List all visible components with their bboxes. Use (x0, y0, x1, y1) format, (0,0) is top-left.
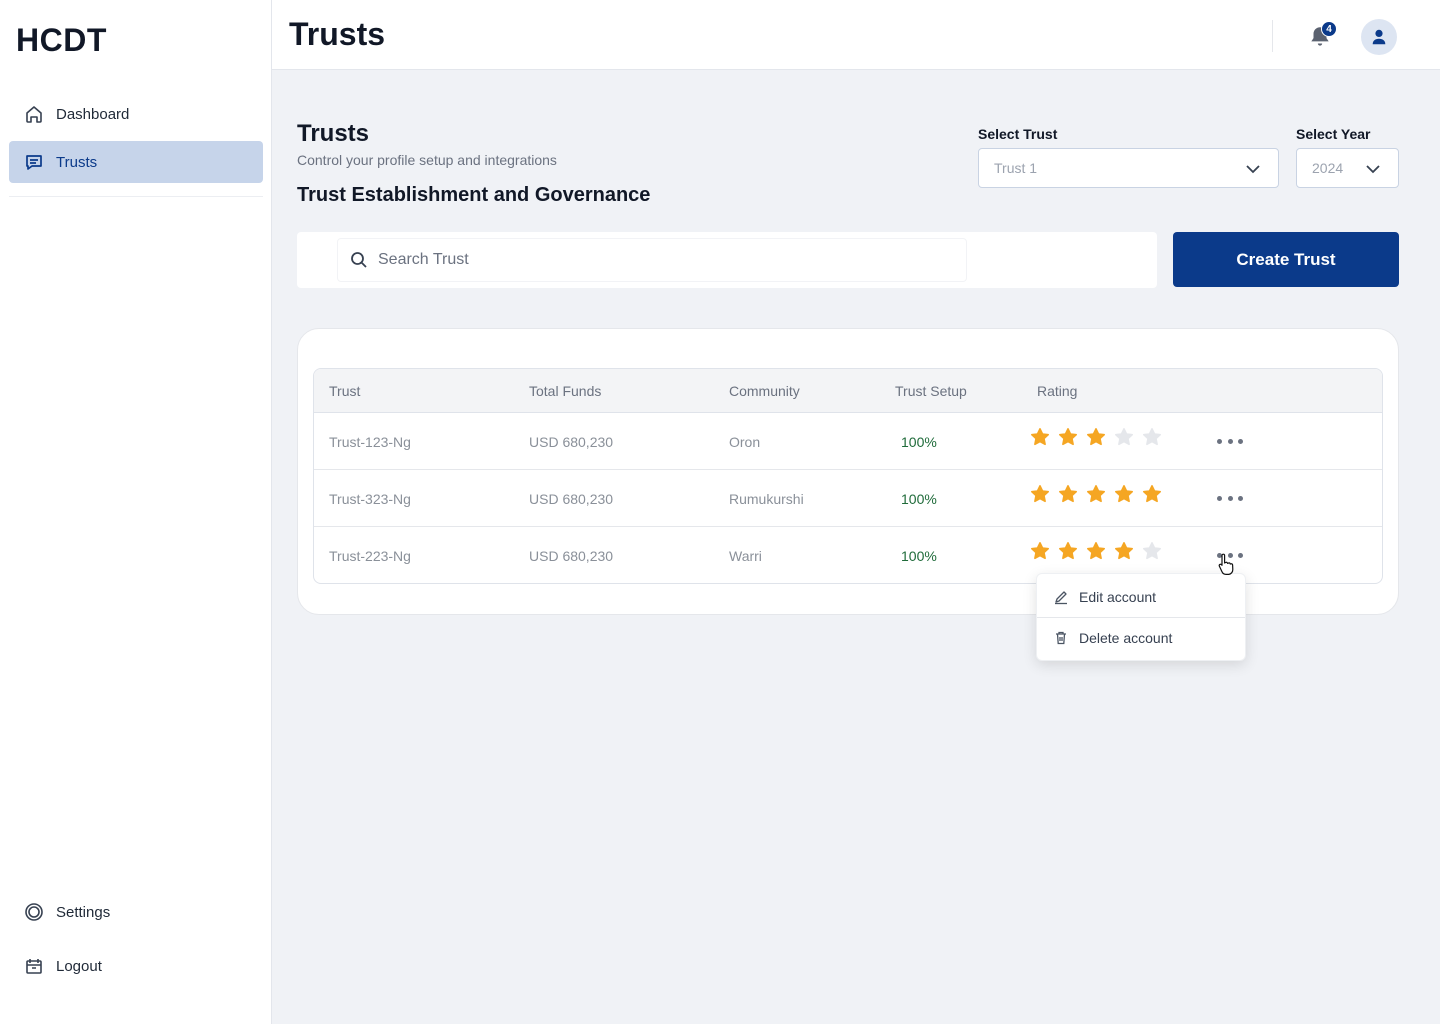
cell-total-funds: USD 680,230 (529, 434, 614, 450)
table-row[interactable]: Trust-323-Ng USD 680,230 Rumukurshi 100% (314, 470, 1382, 527)
star-empty-icon (1114, 427, 1134, 447)
star-filled-icon (1114, 484, 1134, 504)
table-header: Trust Total Funds Community Trust Setup … (314, 369, 1382, 413)
chevron-down-icon (1244, 160, 1262, 181)
star-filled-icon (1030, 484, 1050, 504)
sidebar-item-label: Trusts (56, 153, 98, 171)
section-title: Trusts (297, 120, 370, 147)
delete-account-menu-item[interactable]: Delete account (1037, 618, 1245, 658)
sidebar-item-label: Dashboard (56, 105, 130, 123)
cell-community: Rumukurshi (729, 491, 804, 507)
sidebar-item-dashboard[interactable]: Dashboard (9, 93, 263, 135)
star-empty-icon (1142, 541, 1162, 561)
cell-community: Warri (729, 548, 762, 564)
hand-cursor-icon (1216, 553, 1234, 580)
cell-trust-setup: 100% (901, 548, 937, 564)
search-input[interactable] (378, 251, 938, 269)
cell-trust: Trust-123-Ng (329, 434, 411, 450)
home-icon (24, 104, 44, 124)
sidebar-item-label: Logout (56, 957, 102, 975)
sidebar-item-trusts[interactable]: Trusts (9, 141, 263, 183)
gear-icon (24, 902, 44, 922)
select-year-dropdown[interactable]: 2024 (1296, 148, 1399, 188)
chevron-down-icon (1364, 160, 1382, 181)
star-filled-icon (1058, 541, 1078, 561)
star-filled-icon (1058, 484, 1078, 504)
topbar-divider (1272, 20, 1273, 52)
star-filled-icon (1142, 484, 1162, 504)
select-trust-label: Select Trust (978, 126, 1058, 142)
section-subtitle: Control your profile setup and integrati… (297, 152, 557, 168)
cell-trust: Trust-323-Ng (329, 491, 411, 507)
sidebar-item-logout[interactable]: Logout (9, 945, 263, 987)
avatar[interactable] (1361, 19, 1397, 55)
delete-account-label: Delete account (1079, 630, 1173, 646)
column-header-community: Community (729, 383, 800, 399)
search-icon (350, 251, 368, 269)
edit-account-label: Edit account (1079, 589, 1157, 605)
rating-stars (1030, 541, 1170, 561)
page-title: Trusts (289, 16, 386, 52)
create-trust-button[interactable]: Create Trust (1173, 232, 1399, 287)
app-logo: HCDT (16, 22, 107, 58)
more-options-icon[interactable] (1217, 433, 1243, 449)
sidebar: HCDT Dashboard Trusts Settings Logout (0, 0, 272, 1024)
search-bar (297, 232, 1157, 288)
table-row[interactable]: Trust-123-Ng USD 680,230 Oron 100% (314, 413, 1382, 470)
trash-icon (1053, 630, 1069, 646)
star-filled-icon (1030, 427, 1050, 447)
star-filled-icon (1030, 541, 1050, 561)
star-filled-icon (1086, 427, 1106, 447)
column-header-rating: Rating (1037, 383, 1078, 399)
select-trust-dropdown[interactable]: Trust 1 (978, 148, 1279, 188)
sidebar-item-label: Settings (56, 903, 111, 921)
column-header-trust-setup: Trust Setup (895, 383, 967, 399)
star-filled-icon (1086, 541, 1106, 561)
select-year-value: 2024 (1312, 160, 1344, 176)
cell-trust: Trust-223-Ng (329, 548, 411, 564)
cell-trust-setup: 100% (901, 491, 937, 507)
cell-total-funds: USD 680,230 (529, 491, 614, 507)
rating-stars (1030, 484, 1170, 504)
message-square-icon (24, 152, 44, 172)
search-field[interactable] (337, 238, 967, 282)
select-trust-value: Trust 1 (994, 160, 1038, 176)
edit-account-menu-item[interactable]: Edit account (1037, 577, 1245, 617)
sidebar-item-settings[interactable]: Settings (9, 891, 263, 933)
notification-badge: 4 (1321, 21, 1337, 37)
section-heading: Trust Establishment and Governance (297, 184, 651, 206)
column-header-trust: Trust (329, 383, 361, 399)
star-filled-icon (1086, 484, 1106, 504)
more-options-icon[interactable] (1217, 490, 1243, 506)
trusts-table: Trust Total Funds Community Trust Setup … (313, 368, 1383, 584)
pencil-icon (1053, 589, 1069, 605)
column-header-total-funds: Total Funds (529, 383, 602, 399)
star-filled-icon (1058, 427, 1078, 447)
rating-stars (1030, 427, 1170, 447)
star-empty-icon (1142, 427, 1162, 447)
cell-community: Oron (729, 434, 761, 450)
sidebar-divider (9, 196, 263, 197)
select-year-label: Select Year (1296, 126, 1371, 142)
cell-trust-setup: 100% (901, 434, 937, 450)
star-filled-icon (1114, 541, 1134, 561)
logout-box-icon (24, 956, 44, 976)
topbar: Trusts 4 (272, 0, 1440, 70)
cell-total-funds: USD 680,230 (529, 548, 614, 564)
row-actions-menu: Edit account Delete account (1036, 573, 1246, 661)
